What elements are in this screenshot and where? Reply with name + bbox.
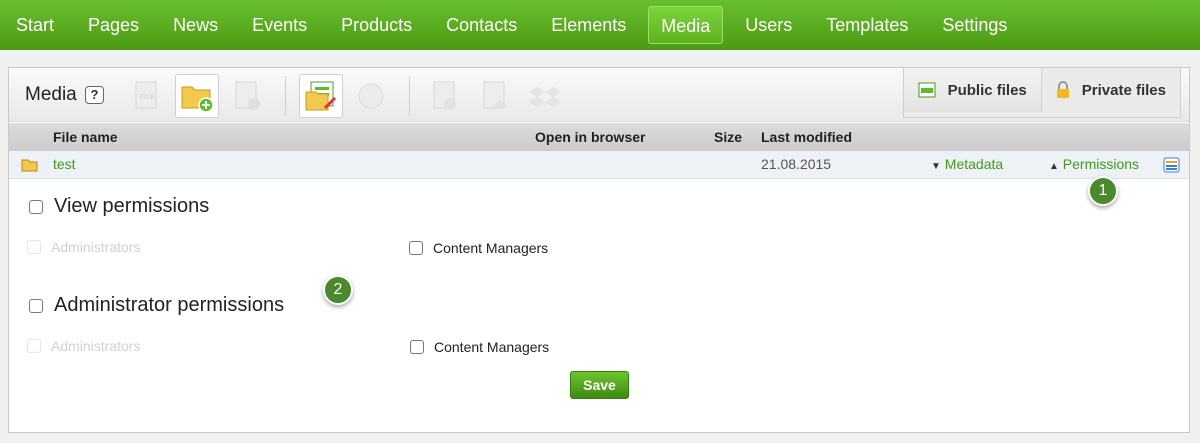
new-file-icon: FILE bbox=[125, 74, 169, 118]
nav-events[interactable]: Events bbox=[240, 6, 319, 44]
view-content-managers-option[interactable]: Content Managers bbox=[409, 240, 548, 256]
file-settings-icon bbox=[423, 74, 467, 118]
delete-file-icon bbox=[225, 74, 269, 118]
media-toolbar: Media ? FILE Public files Private files bbox=[9, 68, 1189, 122]
folder-icon bbox=[21, 159, 38, 172]
view-content-managers-label: Content Managers bbox=[433, 240, 549, 256]
public-files-label: Public files bbox=[947, 81, 1027, 99]
nav-contacts[interactable]: Contacts bbox=[434, 6, 529, 44]
callout-badge-1: 1 bbox=[1088, 176, 1118, 206]
view-administrators-label: Administrators bbox=[51, 239, 141, 255]
permissions-toggle[interactable]: ▲ Permissions bbox=[1049, 156, 1139, 172]
admin-content-managers-checkbox[interactable] bbox=[410, 340, 424, 354]
view-administrators-checkbox bbox=[27, 240, 41, 254]
page-title: Media bbox=[25, 84, 77, 105]
globe-icon bbox=[349, 74, 393, 118]
private-files-label: Private files bbox=[1081, 81, 1166, 99]
nav-media[interactable]: Media bbox=[648, 6, 724, 44]
admin-content-managers-option[interactable]: Content Managers bbox=[410, 339, 549, 355]
permissions-label: Permissions bbox=[1062, 156, 1140, 172]
last-modified-value: 21.08.2015 bbox=[761, 156, 832, 172]
nav-products[interactable]: Products bbox=[329, 6, 424, 44]
caret-up-icon: ▲ bbox=[1049, 161, 1059, 172]
admin-permissions-header: Administrator permissions bbox=[29, 294, 284, 317]
nav-users[interactable]: Users bbox=[733, 6, 804, 44]
metadata-label: Metadata bbox=[944, 156, 1004, 172]
nav-templates[interactable]: Templates bbox=[814, 6, 920, 44]
nav-news[interactable]: News bbox=[161, 6, 230, 44]
files-switch: Public files Private files bbox=[902, 68, 1181, 118]
media-panel: Media ? FILE Public files Private files … bbox=[8, 67, 1190, 433]
admin-administrators-label: Administrators bbox=[51, 338, 141, 354]
nav-pages[interactable]: Pages bbox=[76, 6, 151, 44]
col-size[interactable]: Size bbox=[714, 129, 742, 145]
top-navigation: Start Pages News Events Products Contact… bbox=[0, 0, 1200, 50]
nav-elements[interactable]: Elements bbox=[539, 6, 638, 44]
admin-administrators-checkbox bbox=[27, 339, 41, 353]
col-last-modified[interactable]: Last modified bbox=[761, 129, 852, 145]
admin-permissions-checkbox[interactable] bbox=[29, 298, 43, 313]
nav-start[interactable]: Start bbox=[4, 6, 66, 44]
edit-permissions-icon[interactable] bbox=[299, 74, 343, 118]
file-icon bbox=[918, 82, 936, 98]
view-permissions-title: View permissions bbox=[54, 195, 210, 217]
upload-file-icon bbox=[473, 74, 517, 118]
metadata-toggle[interactable]: ▼ Metadata bbox=[931, 156, 1003, 172]
details-icon[interactable] bbox=[1163, 157, 1180, 173]
col-file-name[interactable]: File name bbox=[53, 129, 118, 145]
public-files-button[interactable]: Public files bbox=[903, 68, 1041, 112]
help-icon[interactable]: ? bbox=[85, 86, 104, 104]
view-permissions-header: View permissions bbox=[29, 195, 209, 218]
permissions-panel: View permissions Administrators Content … bbox=[9, 176, 1189, 434]
add-folder-icon[interactable] bbox=[175, 74, 219, 118]
file-name-link[interactable]: test bbox=[53, 156, 76, 172]
nav-settings[interactable]: Settings bbox=[930, 6, 1019, 44]
table-row: test 21.08.2015 ▼ Metadata ▲ Permissions bbox=[9, 151, 1189, 179]
dropbox-icon bbox=[523, 74, 567, 118]
callout-badge-2: 2 bbox=[323, 275, 353, 305]
caret-down-icon: ▼ bbox=[931, 161, 941, 172]
lock-icon bbox=[1056, 81, 1069, 98]
col-open-in-browser[interactable]: Open in browser bbox=[535, 129, 645, 145]
save-button[interactable]: Save bbox=[570, 371, 629, 399]
admin-permissions-title: Administrator permissions bbox=[54, 294, 285, 316]
private-files-button[interactable]: Private files bbox=[1040, 68, 1180, 112]
admin-administrators-option: Administrators bbox=[27, 338, 140, 354]
svg-text:FILE: FILE bbox=[140, 93, 154, 101]
table-header: File name Open in browser Size Last modi… bbox=[9, 123, 1189, 151]
view-permissions-checkbox[interactable] bbox=[29, 199, 43, 214]
view-content-managers-checkbox[interactable] bbox=[409, 241, 423, 255]
view-administrators-option: Administrators bbox=[27, 239, 140, 255]
admin-content-managers-label: Content Managers bbox=[434, 339, 550, 355]
